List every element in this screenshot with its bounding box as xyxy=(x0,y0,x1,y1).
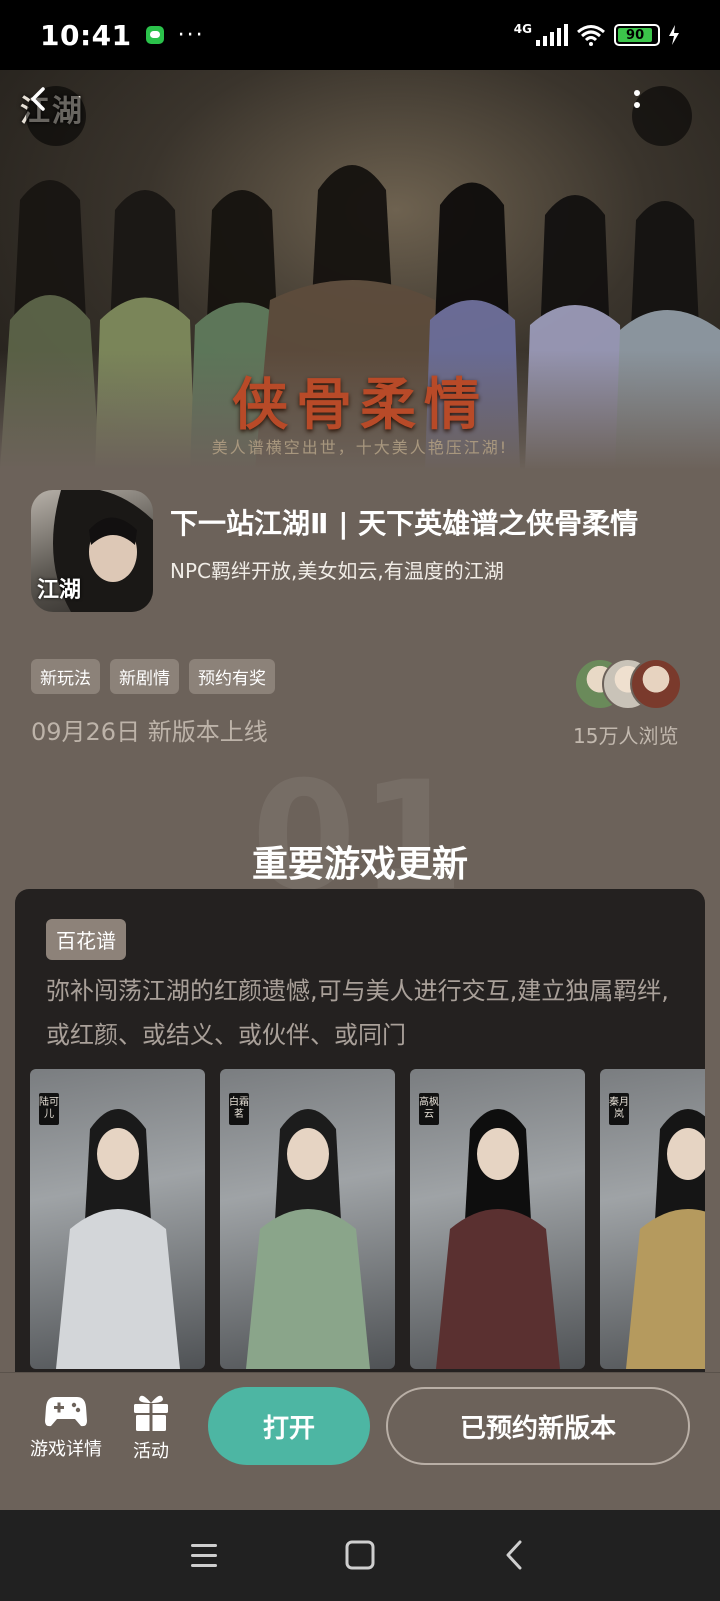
reserved-button[interactable]: 已预约新版本 xyxy=(386,1387,690,1465)
hero-banner: 侠骨柔情 美人谱横空出世，十大美人艳压江湖! 江湖 xyxy=(0,70,720,470)
viewer-count: 15万人浏览 xyxy=(573,724,679,748)
tag-list: 新玩法 新剧情 预约有奖 xyxy=(31,659,275,694)
screen: 侠骨柔情 美人谱横空出世，十大美人艳压江湖! 江湖 江湖 下一站江湖Ⅱ | 天下… xyxy=(0,70,720,1510)
back-icon[interactable] xyxy=(493,1532,539,1578)
tag: 新玩法 xyxy=(31,659,100,694)
wechat-notification-icon xyxy=(145,26,164,44)
vertical-dots-icon xyxy=(634,90,640,108)
back-arrow-icon xyxy=(31,87,45,111)
gift-icon xyxy=(134,1395,168,1431)
more-options-button[interactable] xyxy=(632,86,692,146)
update-tag: 百花谱 xyxy=(46,919,126,960)
avatar xyxy=(630,658,682,710)
system-nav-bar xyxy=(0,1510,720,1601)
app-icon-logo: 江湖 xyxy=(37,577,82,603)
more-notifications-icon: ··· xyxy=(177,22,205,48)
portrait-carousel[interactable]: 陆可儿 白霜茗 高枫云 秦月岚 xyxy=(30,1069,705,1369)
portrait-card[interactable]: 高枫云 xyxy=(410,1069,585,1369)
charging-icon xyxy=(669,25,679,45)
bottom-action-bar: 游戏详情 活动 打开 已预约新版本 xyxy=(0,1372,720,1510)
menu-icon[interactable] xyxy=(181,1532,227,1578)
portrait-name: 陆可儿 xyxy=(39,1093,59,1125)
network-type: 4G xyxy=(513,22,532,36)
activity-button[interactable]: 活动 xyxy=(133,1393,169,1463)
portrait-card[interactable]: 秦月岚 xyxy=(600,1069,705,1369)
status-time: 10:41 xyxy=(40,18,132,52)
gamepad-icon xyxy=(45,1397,87,1427)
game-details-label: 游戏详情 xyxy=(30,1439,102,1460)
open-button[interactable]: 打开 xyxy=(208,1387,370,1465)
portrait-name: 高枫云 xyxy=(419,1093,439,1125)
app-title: 下一站江湖Ⅱ | 天下英雄谱之侠骨柔情 xyxy=(170,507,639,540)
app-icon: 江湖 xyxy=(31,490,153,612)
viewer-avatars xyxy=(574,658,686,710)
update-description: 弥补闯荡江湖的红颜遗憾,可与美人进行交互,建立独属羁绊,或红颜、或结义、或伙伴、… xyxy=(46,977,669,1049)
hero-subtitle: 美人谱横空出世，十大美人艳压江湖! xyxy=(211,438,509,457)
portrait-name: 白霜茗 xyxy=(229,1093,249,1125)
battery-icon: 90 xyxy=(614,24,660,46)
wifi-icon xyxy=(577,25,605,46)
game-details-button[interactable]: 游戏详情 xyxy=(30,1393,102,1461)
status-bar: 10:41 ··· 4G 90 xyxy=(0,0,720,70)
back-button[interactable] xyxy=(26,86,86,146)
home-icon[interactable] xyxy=(337,1532,383,1578)
portrait-name: 秦月岚 xyxy=(609,1093,629,1125)
portrait-card[interactable]: 陆可儿 xyxy=(30,1069,205,1369)
activity-label: 活动 xyxy=(133,1441,169,1462)
tag: 新剧情 xyxy=(110,659,179,694)
app-description: NPC羁绊开放,美女如云,有温度的江湖 xyxy=(170,559,504,583)
hero-title: 侠骨柔情 xyxy=(232,372,488,438)
tag: 预约有奖 xyxy=(189,659,275,694)
signal-icon xyxy=(536,24,568,46)
portrait-card[interactable]: 白霜茗 xyxy=(220,1069,395,1369)
release-date: 09月26日 新版本上线 xyxy=(31,718,268,746)
battery-level: 90 xyxy=(618,28,653,43)
section-title: 重要游戏更新 xyxy=(251,844,468,885)
